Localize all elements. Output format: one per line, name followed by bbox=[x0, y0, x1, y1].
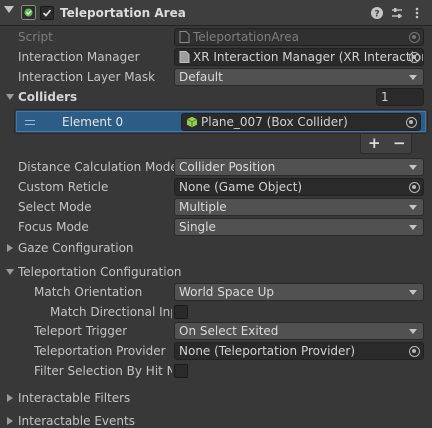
expand-arrow-icon[interactable] bbox=[7, 417, 13, 425]
teleport-trigger-dropdown[interactable]: On Select Exited bbox=[174, 322, 424, 340]
interactable-events-foldout[interactable]: Interactable Events bbox=[0, 411, 432, 428]
interaction-layer-mask-row: Interaction Layer Mask Default bbox=[0, 67, 432, 87]
script-file-icon bbox=[179, 31, 190, 43]
teleportation-configuration-foldout[interactable]: Teleportation Configuration bbox=[0, 262, 432, 282]
object-picker-icon[interactable] bbox=[409, 346, 420, 357]
script-label: Script bbox=[18, 30, 53, 44]
interaction-manager-value: XR Interaction Manager (XR Interaction bbox=[193, 50, 424, 64]
match-directional-input-label: Match Directional Input bbox=[50, 305, 172, 319]
add-element-button[interactable]: + bbox=[368, 134, 381, 152]
teleportation-provider-label: Teleportation Provider bbox=[34, 344, 166, 358]
teleport-trigger-value: On Select Exited bbox=[179, 324, 279, 338]
match-orientation-label: Match Orientation bbox=[34, 285, 143, 299]
interactable-filters-foldout[interactable]: Interactable Filters bbox=[0, 388, 432, 408]
list-item[interactable]: Element 0 Plane_007 (Box Collider) bbox=[16, 111, 426, 132]
interaction-layer-mask-label: Interaction Layer Mask bbox=[18, 70, 156, 84]
help-icon[interactable]: ? bbox=[370, 6, 384, 20]
object-picker-icon[interactable] bbox=[409, 182, 420, 193]
match-orientation-value: World Space Up bbox=[179, 285, 274, 299]
more-options-icon[interactable] bbox=[410, 6, 424, 20]
object-picker-icon[interactable] bbox=[406, 117, 417, 128]
interactable-filters-label: Interactable Filters bbox=[18, 391, 131, 405]
collapse-arrow-icon[interactable] bbox=[6, 269, 14, 275]
teleport-trigger-row: Teleport Trigger On Select Exited bbox=[0, 321, 432, 341]
interaction-manager-field[interactable]: XR Interaction Manager (XR Interaction bbox=[174, 48, 424, 66]
focus-mode-label: Focus Mode bbox=[18, 220, 89, 234]
filter-selection-label: Filter Selection By Hit Normal bbox=[34, 364, 172, 378]
component-header[interactable]: Teleportation Area ? bbox=[0, 0, 432, 26]
custom-reticle-value: None (Game Object) bbox=[179, 180, 303, 194]
filter-selection-checkbox[interactable] bbox=[174, 364, 188, 378]
chevron-down-icon bbox=[409, 75, 417, 80]
select-mode-label: Select Mode bbox=[18, 200, 92, 214]
script-component-icon bbox=[179, 51, 190, 63]
colliders-count-field[interactable]: 1 bbox=[376, 88, 424, 106]
expand-arrow-icon[interactable] bbox=[6, 94, 14, 100]
collapse-arrow-icon[interactable] bbox=[4, 6, 14, 13]
chevron-down-icon bbox=[409, 165, 417, 170]
gaze-configuration-foldout[interactable]: Gaze Configuration bbox=[0, 238, 432, 258]
component-enabled-checkbox[interactable] bbox=[40, 6, 54, 20]
match-orientation-row: Match Orientation World Space Up bbox=[0, 282, 432, 302]
interaction-layer-mask-dropdown[interactable]: Default bbox=[174, 68, 424, 86]
chevron-down-icon bbox=[409, 329, 417, 334]
expand-arrow-icon[interactable] bbox=[7, 394, 13, 402]
colliders-label: Colliders bbox=[18, 90, 78, 104]
interactable-events-label: Interactable Events bbox=[18, 414, 135, 428]
object-picker-icon[interactable] bbox=[409, 52, 420, 63]
element-label: Element 0 bbox=[62, 115, 124, 129]
presets-icon[interactable] bbox=[390, 6, 404, 20]
interaction-manager-row: Interaction Manager XR Interaction Manag… bbox=[0, 47, 432, 67]
remove-element-button[interactable]: − bbox=[393, 134, 406, 152]
component-title: Teleportation Area bbox=[60, 6, 186, 20]
script-value: TeleportationArea bbox=[193, 30, 299, 44]
collider-value: Plane_007 (Box Collider) bbox=[201, 115, 348, 129]
collider-object-field[interactable]: Plane_007 (Box Collider) bbox=[181, 113, 421, 131]
drag-handle-icon[interactable] bbox=[25, 120, 35, 125]
list-add-remove: + − bbox=[360, 134, 412, 154]
checkmark-icon bbox=[42, 9, 52, 17]
svg-text:?: ? bbox=[374, 10, 379, 20]
filter-selection-row: Filter Selection By Hit Normal bbox=[0, 361, 432, 381]
object-picker-icon bbox=[409, 32, 420, 43]
match-orientation-dropdown[interactable]: World Space Up bbox=[174, 283, 424, 301]
box-collider-icon bbox=[186, 116, 198, 128]
teleport-component-icon bbox=[21, 5, 36, 20]
expand-arrow-icon[interactable] bbox=[7, 244, 13, 252]
custom-reticle-row: Custom Reticle None (Game Object) bbox=[0, 177, 432, 197]
chevron-down-icon bbox=[409, 205, 417, 210]
teleportation-provider-field[interactable]: None (Teleportation Provider) bbox=[174, 342, 424, 360]
match-directional-input-row: Match Directional Input bbox=[0, 302, 432, 322]
custom-reticle-label: Custom Reticle bbox=[18, 180, 109, 194]
distance-calculation-dropdown[interactable]: Collider Position bbox=[174, 158, 424, 176]
focus-mode-dropdown[interactable]: Single bbox=[174, 218, 424, 236]
focus-mode-value: Single bbox=[179, 220, 216, 234]
teleportation-provider-value: None (Teleportation Provider) bbox=[179, 344, 356, 358]
interaction-manager-label: Interaction Manager bbox=[18, 50, 140, 64]
teleportation-provider-row: Teleportation Provider None (Teleportati… bbox=[0, 341, 432, 361]
teleport-trigger-label: Teleport Trigger bbox=[34, 324, 128, 338]
chevron-down-icon bbox=[409, 225, 417, 230]
distance-calculation-label: Distance Calculation Mode bbox=[18, 160, 178, 174]
colliders-list: Element 0 Plane_007 (Box Collider) bbox=[14, 109, 428, 134]
distance-calculation-row: Distance Calculation Mode Collider Posit… bbox=[0, 157, 432, 177]
custom-reticle-field[interactable]: None (Game Object) bbox=[174, 178, 424, 196]
teleportation-configuration-label: Teleportation Configuration bbox=[18, 265, 182, 279]
chevron-down-icon bbox=[409, 290, 417, 295]
colliders-row[interactable]: Colliders 1 bbox=[0, 87, 432, 107]
script-field: TeleportationArea bbox=[174, 28, 424, 46]
focus-mode-row: Focus Mode Single bbox=[0, 217, 432, 237]
script-row: Script TeleportationArea bbox=[0, 27, 432, 47]
gaze-configuration-label: Gaze Configuration bbox=[18, 241, 134, 255]
select-mode-dropdown[interactable]: Multiple bbox=[174, 198, 424, 216]
distance-calculation-value: Collider Position bbox=[179, 160, 276, 174]
interaction-layer-mask-value: Default bbox=[179, 70, 223, 84]
match-directional-input-checkbox[interactable] bbox=[174, 305, 188, 319]
select-mode-value: Multiple bbox=[179, 200, 227, 214]
select-mode-row: Select Mode Multiple bbox=[0, 197, 432, 217]
